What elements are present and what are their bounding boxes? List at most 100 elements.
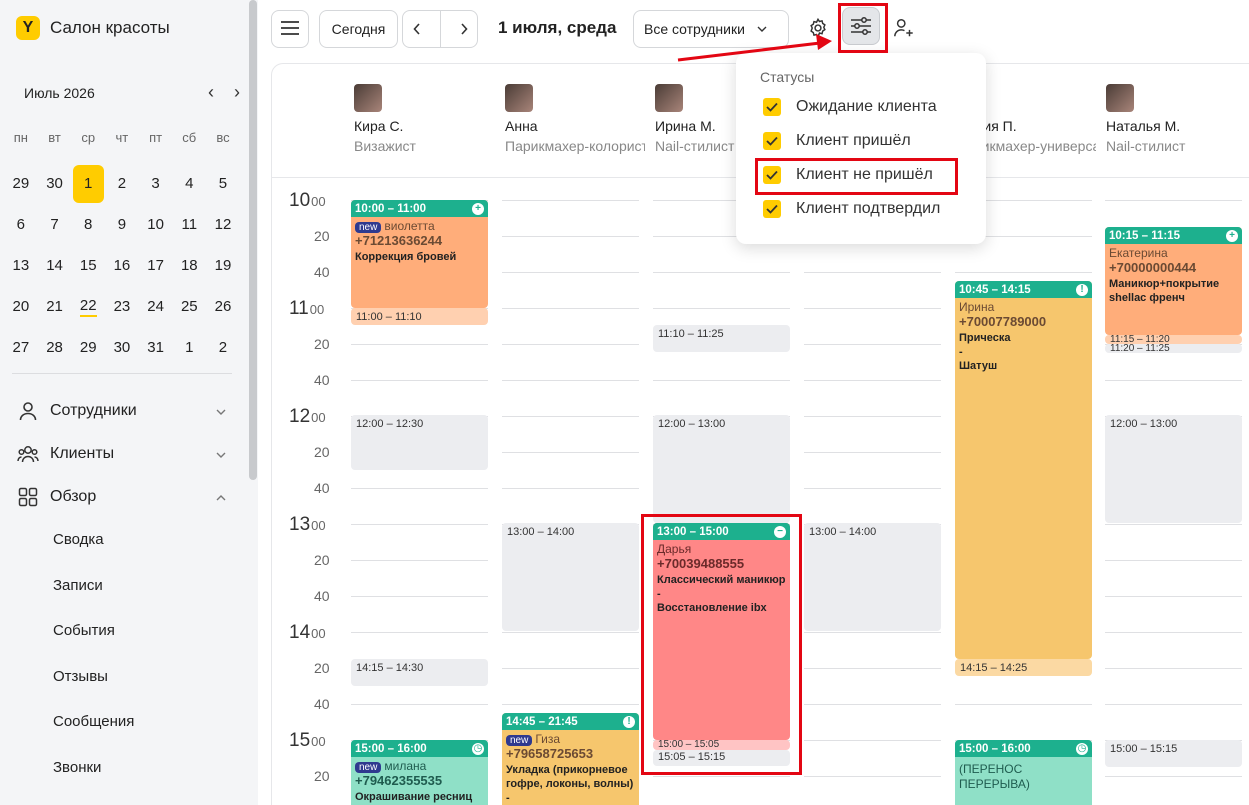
chevron-down-icon — [216, 447, 232, 461]
checkbox-checked-icon[interactable] — [763, 166, 781, 184]
break-block[interactable]: 12:00 – 13:00 — [1105, 415, 1242, 523]
menu-button[interactable] — [271, 10, 309, 48]
chevron-left-icon[interactable]: ‹ — [208, 82, 214, 103]
prev-day-button[interactable] — [412, 23, 421, 35]
break-block[interactable]: 12:00 – 12:30 — [351, 415, 488, 470]
calendar-day[interactable]: 6 — [4, 204, 38, 245]
break-block[interactable]: 15:00 – 15:15 — [1105, 740, 1242, 767]
break-block[interactable]: 13:00 – 14:00 — [804, 523, 941, 631]
calendar-day[interactable]: 8 — [71, 204, 105, 245]
appointment-card[interactable]: 10:15 – 11:15 + Екатерина +70000000444 Ма… — [1105, 227, 1242, 335]
break-block[interactable]: 11:00 – 11:10 — [351, 308, 488, 325]
status-option-confirmed[interactable]: Клиент подтвердил — [763, 200, 940, 218]
status-option-no-show[interactable]: Клиент не пришёл — [763, 166, 933, 184]
calendar-day-number: 7 — [50, 216, 59, 233]
calendar-day[interactable]: 2 — [105, 163, 139, 204]
calendar-day[interactable]: 26 — [206, 286, 240, 327]
minute-label: 20 — [314, 336, 330, 352]
grid-line — [1105, 668, 1242, 669]
calendar-day[interactable]: 22 — [71, 286, 105, 327]
chevron-right-icon[interactable]: › — [234, 82, 240, 103]
status-option-arrived[interactable]: Клиент пришёл — [763, 132, 911, 150]
appointment-card[interactable]: 14:45 – 21:45! new Гиза +79658725653 Укла… — [502, 713, 639, 805]
calendar-day[interactable]: 24 — [139, 286, 173, 327]
chevron-down-icon — [216, 404, 232, 418]
sidebar-subitem-records[interactable]: Записи — [53, 577, 103, 594]
break-block[interactable]: 11:15 – 11:20 — [1105, 335, 1242, 344]
staff-header-irina[interactable]: Ирина М. Nail-стилист — [655, 84, 735, 154]
grid-line — [804, 776, 941, 777]
appointment-card[interactable]: 10:00 – 11:00 + new виолетта +71213636244 … — [351, 200, 488, 308]
sidebar-scrollbar[interactable] — [249, 0, 257, 480]
hour-label: 1100 — [289, 298, 325, 319]
break-block[interactable]: 15:05 – 15:15 — [653, 750, 790, 766]
sidebar-subitem-summary[interactable]: Сводка — [53, 531, 104, 548]
plus-icon: + — [472, 202, 484, 215]
calendar-day[interactable]: 30 — [38, 163, 72, 204]
next-day-button[interactable] — [460, 23, 468, 35]
sidebar-subitem-calls[interactable]: Звонки — [53, 759, 101, 776]
sidebar-item-clients[interactable]: Клиенты — [16, 439, 232, 469]
break-block[interactable]: 12:00 – 13:00 — [653, 415, 790, 523]
checkbox-checked-icon[interactable] — [763, 98, 781, 116]
sidebar-subitem-reviews[interactable]: Отзывы — [53, 668, 108, 685]
break-block[interactable]: 11:20 – 11:25 — [1105, 344, 1242, 353]
calendar-day[interactable]: 17 — [139, 245, 173, 286]
calendar-day[interactable]: 7 — [38, 204, 72, 245]
checkbox-checked-icon[interactable] — [763, 200, 781, 218]
add-staff-button[interactable] — [890, 14, 918, 42]
settings-button[interactable] — [804, 14, 832, 42]
staff-filter-select[interactable]: Все сотрудники — [633, 10, 789, 48]
calendar-day[interactable]: 2 — [206, 327, 240, 368]
break-block[interactable]: 14:15 – 14:25 — [955, 659, 1092, 676]
new-client-badge: new — [355, 762, 382, 773]
sidebar-subitem-messages[interactable]: Сообщения — [53, 713, 134, 730]
appointment-card[interactable]: 15:00 – 16:00 ◷ new милана +79462355535 Ок… — [351, 740, 488, 805]
calendar-day[interactable]: 16 — [105, 245, 139, 286]
calendar-day[interactable]: 19 — [206, 245, 240, 286]
calendar-day[interactable]: 29 — [4, 163, 38, 204]
sidebar-subitem-events[interactable]: События — [53, 622, 115, 639]
sidebar-item-overview[interactable]: Обзор — [16, 482, 232, 512]
calendar-day[interactable]: 27 — [4, 327, 38, 368]
calendar-day[interactable]: 11 — [172, 204, 206, 245]
calendar-day[interactable]: 14 — [38, 245, 72, 286]
checkbox-checked-icon[interactable] — [763, 132, 781, 150]
calendar-day[interactable]: 1 — [172, 327, 206, 368]
calendar-day[interactable]: 13 — [4, 245, 38, 286]
appointment-card[interactable]: 15:00 – 16:00 ◷ (ПЕРЕНОС ПЕРЕРЫВА) — [955, 740, 1092, 805]
app-header[interactable]: Y Салон красоты — [16, 16, 170, 40]
calendar-day[interactable]: 21 — [38, 286, 72, 327]
calendar-day[interactable]: 15 — [71, 245, 105, 286]
staff-header-kira[interactable]: Кира С. Визажист — [354, 84, 502, 154]
break-block[interactable]: 14:15 – 14:30 — [351, 659, 488, 686]
calendar-day[interactable]: 23 — [105, 286, 139, 327]
calendar-day[interactable]: 18 — [172, 245, 206, 286]
calendar-day[interactable]: 25 — [172, 286, 206, 327]
sidebar-item-employees[interactable]: Сотрудники — [16, 396, 232, 426]
status-filter-button[interactable] — [842, 7, 880, 45]
staff-header-anna[interactable]: Анна Парикмахер-колорист — [505, 84, 645, 154]
calendar-day[interactable]: 3 — [139, 163, 173, 204]
break-block[interactable]: 15:00 – 15:05 — [653, 740, 790, 750]
calendar-day[interactable]: 31 — [139, 327, 173, 368]
appointment-card[interactable]: 10:45 – 14:15! Ирина +70007789000 Причес… — [955, 281, 1092, 659]
calendar-day[interactable]: 28 — [38, 327, 72, 368]
calendar-day[interactable]: 30 — [105, 327, 139, 368]
calendar-day[interactable]: 20 — [4, 286, 38, 327]
break-block[interactable]: 11:10 – 11:25 — [653, 325, 790, 352]
today-button[interactable]: Сегодня — [319, 10, 398, 48]
staff-header-natalya[interactable]: Наталья М. Nail-стилист — [1106, 84, 1249, 154]
appointment-card[interactable]: 13:00 – 15:00 − Дарья +70039488555 Класси… — [653, 523, 790, 740]
calendar-day[interactable]: 1 — [71, 163, 105, 204]
calendar-day[interactable]: 5 — [206, 163, 240, 204]
calendar-day[interactable]: 9 — [105, 204, 139, 245]
weekday-label: сб — [182, 130, 197, 145]
break-block[interactable]: 13:00 – 14:00 — [502, 523, 639, 631]
calendar-day[interactable]: 4 — [172, 163, 206, 204]
grid-line — [653, 272, 790, 273]
calendar-day[interactable]: 29 — [71, 327, 105, 368]
calendar-day[interactable]: 10 — [139, 204, 173, 245]
status-option-waiting[interactable]: Ожидание клиента — [763, 98, 937, 116]
calendar-day[interactable]: 12 — [206, 204, 240, 245]
